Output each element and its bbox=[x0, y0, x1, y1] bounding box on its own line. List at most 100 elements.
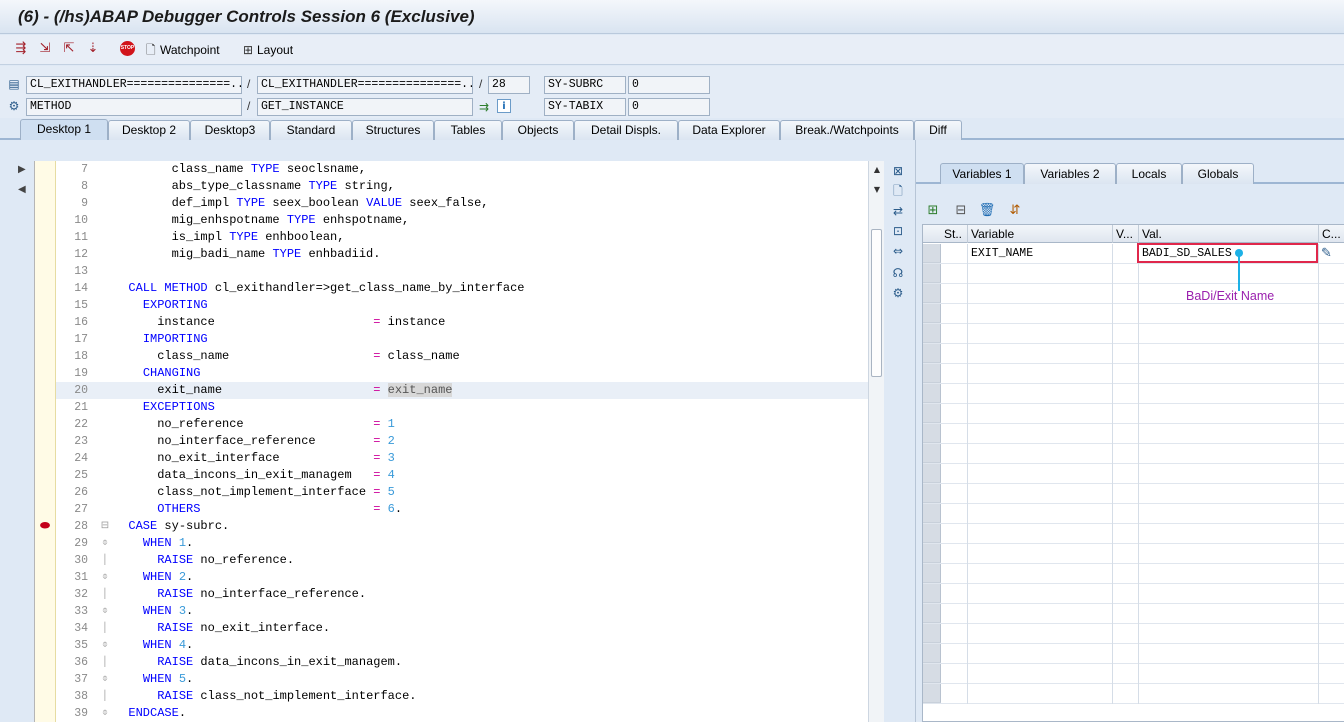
close-tool-icon[interactable]: ⊠ bbox=[889, 162, 907, 180]
expand-right-icon[interactable]: ▶ bbox=[18, 164, 26, 175]
variable-cell[interactable] bbox=[968, 544, 1113, 564]
variable-cell[interactable] bbox=[968, 664, 1113, 684]
scrollbar-thumb[interactable] bbox=[871, 229, 882, 377]
v-cell[interactable] bbox=[1113, 504, 1139, 524]
code-line[interactable]: 18 class_name = class_name bbox=[56, 348, 868, 365]
variable-cell[interactable] bbox=[968, 444, 1113, 464]
swap-tool-icon[interactable]: ⇔ bbox=[889, 242, 907, 260]
code-line[interactable]: 37 ⌽ WHEN 5. bbox=[56, 671, 868, 688]
grid-row[interactable] bbox=[923, 324, 1344, 344]
code-line[interactable]: 13 bbox=[56, 263, 868, 280]
change-cell[interactable] bbox=[1319, 524, 1344, 544]
maximize-tool-icon[interactable]: ⊡ bbox=[889, 222, 907, 240]
status-cell[interactable] bbox=[941, 484, 968, 504]
settings-tool-icon[interactable]: ⚙ bbox=[889, 284, 907, 302]
source-code[interactable]: 7 class_name TYPE seoclsname, 8 abs_type_… bbox=[56, 161, 868, 722]
code-line[interactable]: 12 mig_badi_name TYPE enhbadiid. bbox=[56, 246, 868, 263]
change-cell[interactable] bbox=[1319, 444, 1344, 464]
change-cell[interactable] bbox=[1319, 284, 1344, 304]
value-cell[interactable] bbox=[1139, 684, 1319, 704]
insert-row-icon[interactable]: ⊞ bbox=[924, 202, 942, 220]
code-line[interactable]: 23 no_interface_reference = 2 bbox=[56, 433, 868, 450]
status-cell[interactable] bbox=[941, 364, 968, 384]
change-cell[interactable] bbox=[1319, 424, 1344, 444]
v-cell[interactable] bbox=[1113, 524, 1139, 544]
v-cell[interactable] bbox=[1113, 384, 1139, 404]
change-cell[interactable] bbox=[1319, 684, 1344, 704]
code-line[interactable]: 26 class_not_implement_interface = 5 bbox=[56, 484, 868, 501]
value-cell[interactable] bbox=[1139, 644, 1319, 664]
current-line-breakpoint-icon[interactable]: ⬬ bbox=[36, 518, 54, 532]
grid-row[interactable] bbox=[923, 624, 1344, 644]
code-line[interactable]: 24 no_exit_interface = 3 bbox=[56, 450, 868, 467]
code-line[interactable]: 9 def_impl TYPE seex_boolean VALUE seex_… bbox=[56, 195, 868, 212]
value-cell[interactable] bbox=[1139, 524, 1319, 544]
grid-row[interactable] bbox=[923, 364, 1344, 384]
grid-row[interactable] bbox=[923, 444, 1344, 464]
v-cell[interactable] bbox=[1113, 484, 1139, 504]
code-line[interactable]: 19 CHANGING bbox=[56, 365, 868, 382]
variable-cell[interactable] bbox=[968, 404, 1113, 424]
variable-cell[interactable] bbox=[968, 504, 1113, 524]
value-cell[interactable] bbox=[1139, 324, 1319, 344]
variable-cell[interactable] bbox=[968, 464, 1113, 484]
sysvar2-value[interactable]: 0 bbox=[628, 98, 710, 116]
v-cell[interactable] bbox=[1113, 464, 1139, 484]
variable-cell[interactable] bbox=[968, 684, 1113, 704]
v-cell[interactable] bbox=[1113, 444, 1139, 464]
tab-detail-displs[interactable]: Detail Displs. bbox=[574, 120, 678, 140]
value-cell[interactable] bbox=[1139, 384, 1319, 404]
event-field[interactable]: GET_INSTANCE bbox=[257, 98, 473, 116]
status-cell[interactable] bbox=[941, 244, 968, 264]
v-cell[interactable] bbox=[1113, 584, 1139, 604]
change-cell[interactable] bbox=[1319, 364, 1344, 384]
change-cell[interactable] bbox=[1319, 644, 1344, 664]
row-selector[interactable] bbox=[923, 584, 941, 603]
watchpoint-button[interactable]: 🗋 Watchpoint bbox=[146, 41, 220, 59]
v-cell[interactable] bbox=[1113, 564, 1139, 584]
tab-structures[interactable]: Structures bbox=[352, 120, 434, 140]
row-selector[interactable] bbox=[923, 544, 941, 563]
value-cell[interactable] bbox=[1139, 484, 1319, 504]
value-cell[interactable] bbox=[1139, 604, 1319, 624]
change-cell[interactable] bbox=[1319, 344, 1344, 364]
grid-row[interactable] bbox=[923, 584, 1344, 604]
value-cell[interactable] bbox=[1139, 664, 1319, 684]
v-cell[interactable] bbox=[1113, 284, 1139, 304]
value-cell[interactable] bbox=[1139, 584, 1319, 604]
v-cell[interactable] bbox=[1113, 424, 1139, 444]
variable-cell[interactable] bbox=[968, 584, 1113, 604]
delete-icon[interactable]: 🗑 bbox=[978, 202, 996, 220]
value-cell[interactable] bbox=[1139, 544, 1319, 564]
change-cell[interactable] bbox=[1319, 384, 1344, 404]
code-line[interactable]: 25 data_incons_in_exit_managem = 4 bbox=[56, 467, 868, 484]
continue-icon[interactable]: ⇣ bbox=[84, 41, 102, 57]
tab-desktop-1[interactable]: Desktop 1 bbox=[20, 119, 108, 140]
code-line[interactable]: 20 exit_name = exit_name bbox=[56, 382, 868, 399]
row-selector[interactable] bbox=[923, 244, 941, 263]
v-cell[interactable] bbox=[1113, 324, 1139, 344]
row-selector[interactable] bbox=[923, 364, 941, 383]
transfer-icon[interactable]: ⇵ bbox=[1006, 202, 1024, 220]
status-cell[interactable] bbox=[941, 584, 968, 604]
variable-cell[interactable]: EXIT_NAME bbox=[968, 244, 1113, 264]
row-selector[interactable] bbox=[923, 464, 941, 483]
v-cell[interactable] bbox=[1113, 264, 1139, 284]
variable-cell[interactable] bbox=[968, 644, 1113, 664]
tab-break-watchpoints[interactable]: Break./Watchpoints bbox=[780, 120, 914, 140]
include-field[interactable]: CL_EXITHANDLER===============... bbox=[257, 76, 473, 94]
change-cell[interactable] bbox=[1319, 464, 1344, 484]
v-cell[interactable] bbox=[1113, 664, 1139, 684]
row-selector[interactable] bbox=[923, 264, 941, 283]
collapse-left-icon[interactable]: ◀ bbox=[18, 184, 26, 195]
info-icon[interactable]: i bbox=[497, 99, 511, 113]
value-cell[interactable] bbox=[1139, 464, 1319, 484]
grid-row[interactable] bbox=[923, 404, 1344, 424]
event-type-field[interactable]: METHOD bbox=[26, 98, 242, 116]
execute-step-icon[interactable]: ⇲ bbox=[36, 41, 54, 57]
row-selector[interactable] bbox=[923, 324, 941, 343]
grid-row[interactable] bbox=[923, 424, 1344, 444]
code-line[interactable]: 7 class_name TYPE seoclsname, bbox=[56, 161, 868, 178]
change-cell[interactable] bbox=[1319, 264, 1344, 284]
navigate-icon[interactable]: ⇉ bbox=[476, 99, 492, 115]
